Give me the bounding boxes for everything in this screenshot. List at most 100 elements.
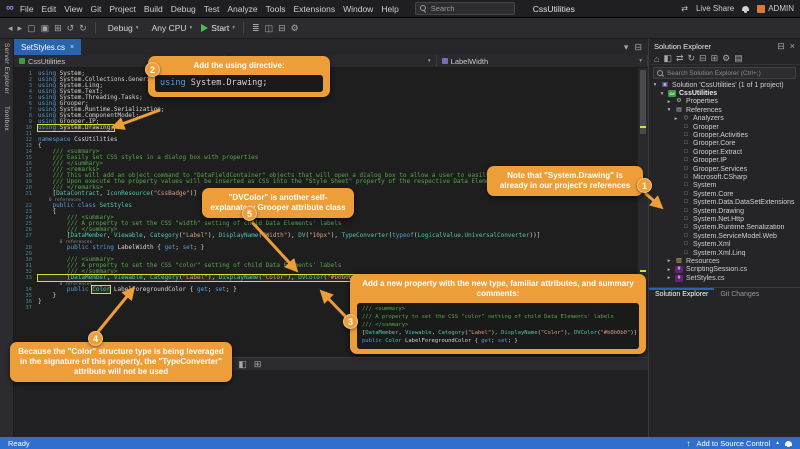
menu-help[interactable]: Help <box>381 4 398 14</box>
menu-file[interactable]: File <box>20 4 34 14</box>
se-toolbar-icon[interactable]: ⊞ <box>711 53 719 64</box>
expander-icon[interactable]: ▸ <box>666 267 672 273</box>
menu-tools[interactable]: Tools <box>266 4 286 14</box>
code-text: /// Upon execute the property values wil… <box>38 179 500 185</box>
toolbar-icon[interactable]: ◫ <box>265 23 274 34</box>
panel-icon[interactable]: ◧ <box>238 359 247 370</box>
expander-icon[interactable]: ▸ <box>666 275 672 281</box>
callout-code-snippet: using System.Drawing; <box>155 75 323 92</box>
platform-dropdown[interactable]: Any CPU ▾ <box>148 22 197 34</box>
toolbox-vertical-tab[interactable]: Toolbox <box>3 106 10 131</box>
menu-view[interactable]: View <box>64 4 82 14</box>
tree-item-system-xml[interactable]: □System.Xml <box>649 240 800 248</box>
menu-edit[interactable]: Edit <box>42 4 57 14</box>
chevron-down-icon: ▾ <box>136 25 139 31</box>
tree-item-system-servicemodel-web[interactable]: □System.ServiceModel.Web <box>649 232 800 240</box>
tree-item-resources[interactable]: ▸▧Resources <box>649 257 800 265</box>
tab-solution-explorer[interactable]: Solution Explorer <box>649 288 714 301</box>
add-to-source-control-button[interactable]: Add to Source Control <box>696 439 770 448</box>
member-dropdown[interactable]: LabelWidth ▾ <box>437 55 648 67</box>
menu-extensions[interactable]: Extensions <box>293 4 335 14</box>
expander-icon[interactable]: ▾ <box>666 107 672 113</box>
tab-label: SetStyles.cs <box>21 43 65 52</box>
tabstrip-icon[interactable]: ▾ <box>624 42 629 53</box>
user-account-button[interactable]: ADMIN <box>757 4 794 13</box>
menu-analyze[interactable]: Analyze <box>227 4 257 14</box>
tree-item-microsoft-csharp[interactable]: □Microsoft.CSharp <box>649 173 800 181</box>
tree-item-system-core[interactable]: □System.Core <box>649 190 800 198</box>
search-icon <box>420 5 427 12</box>
tree-item-grooper-ip[interactable]: □Grooper.IP <box>649 157 800 165</box>
expander-icon[interactable]: ▸ <box>666 258 672 264</box>
scrollbar-thumb[interactable] <box>640 70 646 134</box>
chevron-up-icon: ▴ <box>776 440 779 446</box>
se-toolbar-icon[interactable]: ▤ <box>734 53 743 64</box>
tree-item-system-data-datasetextensions[interactable]: □System.Data.DataSetExtensions <box>649 198 800 206</box>
se-header-icon[interactable]: ⊟ <box>777 41 785 52</box>
toolbar-icon[interactable]: ▢ <box>27 23 36 34</box>
solution-explorer-search[interactable]: Search Solution Explorer (Ctrl+;) <box>653 67 796 79</box>
tree-item-solution-cssutilities-1-of-1-project-[interactable]: ▾▣Solution 'CssUtilities' (1 of 1 projec… <box>649 81 800 89</box>
global-search-box[interactable]: Search <box>415 2 515 15</box>
tree-item-system[interactable]: □System <box>649 182 800 190</box>
solution-explorer-toolbar: ⌂ ◧ ⇄ ↻⊟ ⊞⚙ ▤ <box>649 53 800 65</box>
panel-icon[interactable]: ⊞ <box>254 359 262 370</box>
menu-debug[interactable]: Debug <box>171 4 196 14</box>
tree-item-system-xml-linq[interactable]: □System.Xml.Linq <box>649 249 800 257</box>
se-toolbar-icon[interactable]: ⚙ <box>722 53 730 64</box>
toolbar-icon[interactable]: ⚙ <box>291 23 299 34</box>
tree-item-system-drawing[interactable]: □System.Drawing <box>649 207 800 215</box>
tree-item-grooper-services[interactable]: □Grooper.Services <box>649 165 800 173</box>
se-toolbar-icon[interactable]: ⌂ <box>654 54 659 64</box>
solution-name-label: CssUtilities <box>533 4 575 14</box>
tree-item-grooper-activities[interactable]: □Grooper.Activities <box>649 131 800 139</box>
tree-item-analyzers[interactable]: ▸◇Analyzers <box>649 115 800 123</box>
close-icon[interactable]: × <box>70 44 74 51</box>
toolbar-icon[interactable]: ↺ <box>67 23 75 34</box>
start-debug-button[interactable]: Start ▾ <box>201 23 235 33</box>
expander-icon[interactable]: ▸ <box>673 116 679 122</box>
menu-git[interactable]: Git <box>90 4 101 14</box>
se-header-icon[interactable]: × <box>790 41 795 52</box>
expander-icon[interactable]: ▸ <box>666 99 672 105</box>
toolbar-icon[interactable]: ▸ <box>18 23 23 34</box>
tabstrip-icon[interactable]: ⊟ <box>634 42 642 53</box>
assembly-icon: □ <box>682 191 690 198</box>
notifications-bell-icon[interactable] <box>785 439 792 448</box>
expander-icon[interactable]: ▾ <box>659 91 665 97</box>
notifications-bell-icon[interactable] <box>742 4 749 13</box>
menu-build[interactable]: Build <box>144 4 163 14</box>
tree-item-system-runtime-serialization[interactable]: □System.Runtime.Serialization <box>649 224 800 232</box>
search-placeholder: Search <box>431 4 455 13</box>
tree-item-grooper[interactable]: □Grooper <box>649 123 800 131</box>
tree-item-grooper-extract[interactable]: □Grooper.Extract <box>649 148 800 156</box>
toolbar-icon[interactable]: ◂ <box>8 23 13 34</box>
toolbar-icon[interactable]: ▣ <box>41 23 50 34</box>
server-explorer-vertical-tab[interactable]: Server Explorer <box>3 43 10 94</box>
se-toolbar-icon[interactable]: ↻ <box>688 53 696 64</box>
tree-item-cssutilities[interactable]: ▾C#CssUtilities <box>649 89 800 97</box>
live-share-button[interactable]: Live Share <box>696 4 734 13</box>
se-toolbar-icon[interactable]: ⊟ <box>699 53 707 64</box>
expander-icon[interactable]: ▾ <box>652 82 658 88</box>
tree-item-properties[interactable]: ▸⚙Properties <box>649 98 800 106</box>
se-toolbar-icon[interactable]: ⇄ <box>676 53 684 64</box>
tree-item-system-net-http[interactable]: □System.Net.Http <box>649 215 800 223</box>
tab-setstyles-cs[interactable]: SetStyles.cs × <box>14 39 81 55</box>
solution-config-dropdown[interactable]: Debug ▾ <box>104 22 143 34</box>
menu-test[interactable]: Test <box>204 4 220 14</box>
tree-item-label: System.Net.Http <box>693 216 744 223</box>
menu-window[interactable]: Window <box>343 4 373 14</box>
toolbar-icon[interactable]: ≣ <box>252 23 260 34</box>
tree-item-references[interactable]: ▾▤References <box>649 106 800 114</box>
toolbar-icon[interactable]: ⊟ <box>278 23 286 34</box>
tree-item-grooper-core[interactable]: □Grooper.Core <box>649 140 800 148</box>
toolbar-icon[interactable]: ↻ <box>79 23 87 34</box>
code-text: } <box>38 299 42 305</box>
tree-item-setstyles-cs[interactable]: ▸#SetStyles.cs <box>649 274 800 282</box>
tab-git-changes[interactable]: Git Changes <box>714 288 765 301</box>
tree-item-scriptingsession-cs[interactable]: ▸#ScriptingSession.cs <box>649 266 800 274</box>
menu-project[interactable]: Project <box>109 4 135 14</box>
se-toolbar-icon[interactable]: ◧ <box>663 53 672 64</box>
toolbar-icon[interactable]: ⊞ <box>54 23 62 34</box>
